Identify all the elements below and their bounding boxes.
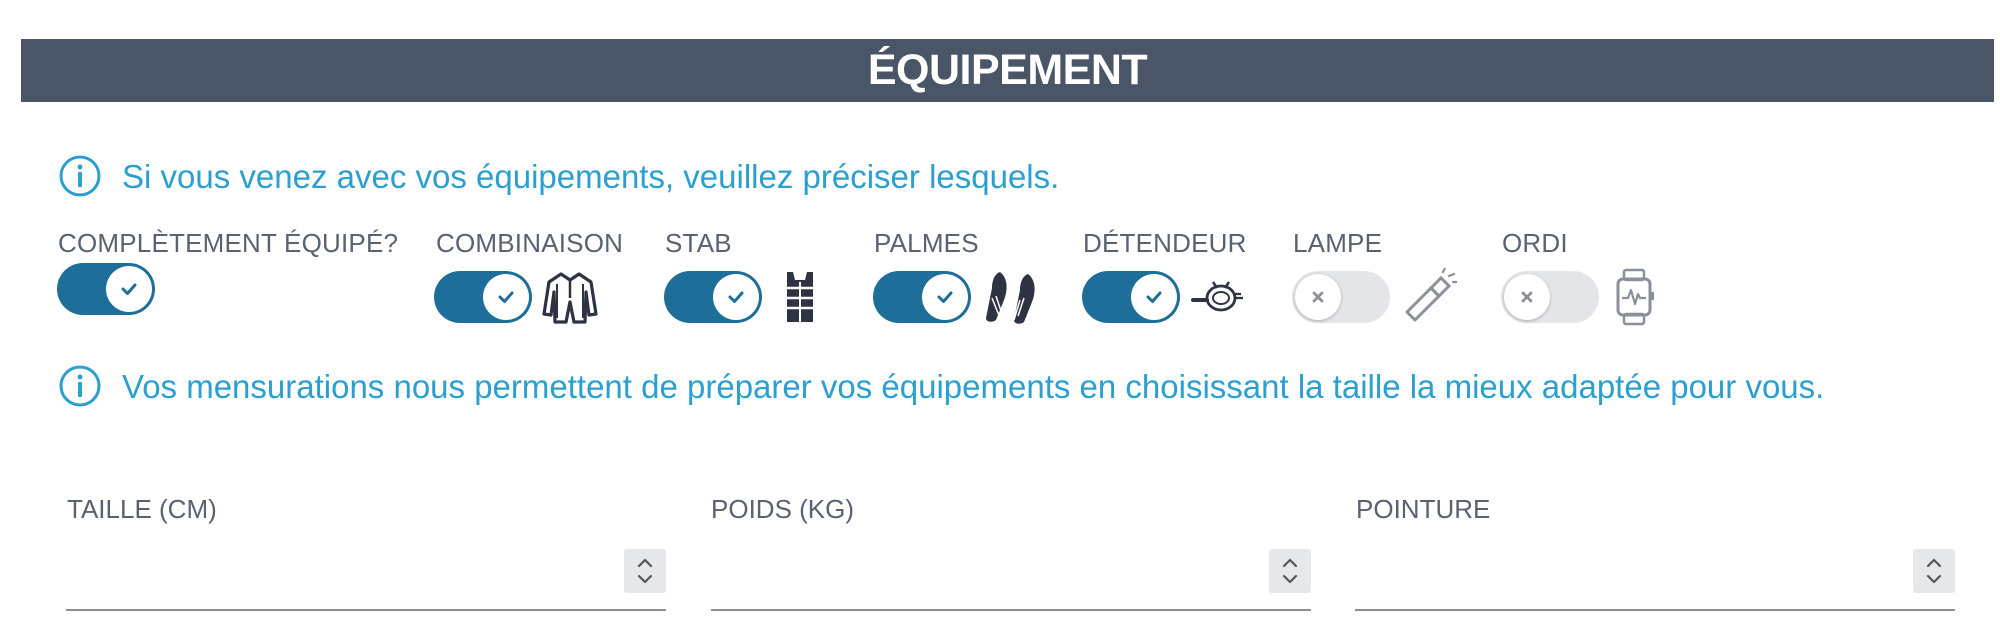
- dive-computer-icon: [1616, 268, 1654, 326]
- spinner-arrows-icon: [1282, 558, 1298, 584]
- wetsuit-icon: [542, 272, 598, 324]
- spinner-arrows-icon: [1926, 558, 1942, 584]
- regulator-icon: [1191, 281, 1243, 312]
- label-flashlight: LAMPE: [1293, 228, 1383, 258]
- height-input[interactable]: [66, 545, 666, 605]
- label-dive-computer: ORDI: [1502, 228, 1568, 258]
- weight-spinner[interactable]: [1269, 549, 1311, 593]
- toggle-flashlight[interactable]: [1292, 271, 1390, 323]
- bcd-vest-icon: [787, 272, 813, 322]
- label-wetsuit: COMBINAISON: [436, 228, 624, 258]
- weight-input[interactable]: [711, 545, 1311, 605]
- height-field: [66, 545, 666, 611]
- label-bcd: STAB: [665, 228, 732, 258]
- check-icon: [483, 274, 529, 320]
- weight-label: POIDS (KG): [711, 494, 855, 524]
- label-regulator: DÉTENDEUR: [1083, 228, 1247, 258]
- toggle-dive-computer[interactable]: [1501, 271, 1599, 323]
- info-icon: [59, 155, 101, 197]
- check-icon: [1131, 274, 1177, 320]
- check-icon: [922, 274, 968, 320]
- check-icon: [713, 274, 759, 320]
- weight-field: [711, 545, 1311, 611]
- shoe-size-field: [1355, 545, 1955, 611]
- shoe-size-label: POINTURE: [1356, 494, 1491, 524]
- x-icon: [1504, 274, 1550, 320]
- measurements-info-text: Vos mensurations nous permettent de prép…: [122, 368, 1825, 405]
- equipment-info-note: Si vous venez avec vos équipements, veui…: [58, 148, 1958, 206]
- toggle-fully-equipped[interactable]: [57, 263, 155, 315]
- toggle-regulator[interactable]: [1082, 271, 1180, 323]
- height-label: TAILLE (CM): [67, 494, 217, 524]
- shoe-size-input[interactable]: [1355, 545, 1955, 605]
- toggle-bcd[interactable]: [664, 271, 762, 323]
- label-fully-equipped: COMPLÈTEMENT ÉQUIPÉ?: [58, 228, 399, 258]
- check-icon: [106, 266, 152, 312]
- measurements-info-note: Vos mensurations nous permettent de prép…: [58, 358, 1958, 416]
- toggle-fins[interactable]: [873, 271, 971, 323]
- section-header: ÉQUIPEMENT: [21, 39, 1994, 102]
- flashlight-icon: [1405, 268, 1457, 322]
- height-spinner[interactable]: [624, 549, 666, 593]
- toggle-wetsuit[interactable]: [434, 271, 532, 323]
- shoe-size-spinner[interactable]: [1913, 549, 1955, 593]
- info-icon: [59, 365, 101, 407]
- spinner-arrows-icon: [637, 558, 653, 584]
- fins-icon: [986, 272, 1035, 324]
- section-title: ÉQUIPEMENT: [867, 46, 1148, 94]
- label-fins: PALMES: [874, 228, 979, 258]
- equipment-info-text: Si vous venez avec vos équipements, veui…: [122, 158, 1060, 195]
- x-icon: [1295, 274, 1341, 320]
